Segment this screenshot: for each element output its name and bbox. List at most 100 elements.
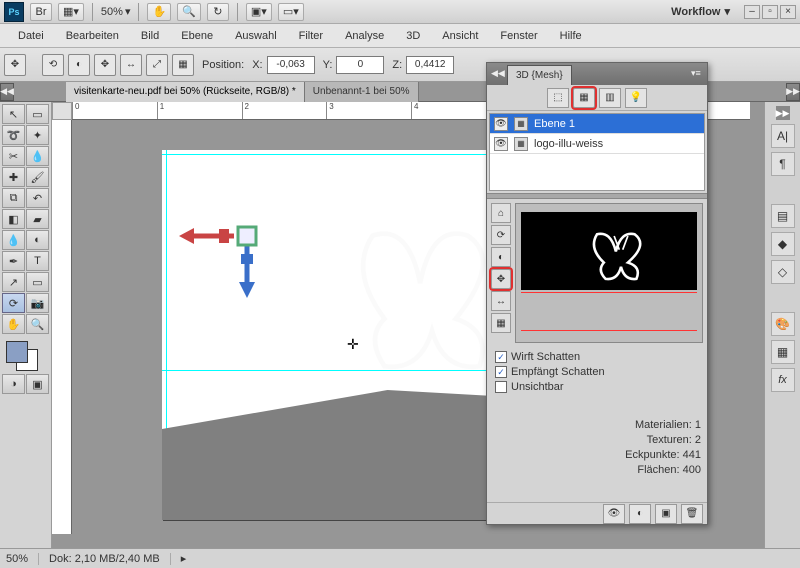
dock-paths-icon[interactable]: ◇ (771, 260, 795, 284)
orbit-icon[interactable]: ⟳ (491, 225, 511, 245)
cast-shadow-checkbox[interactable]: ✓Wirft Schatten (495, 351, 699, 363)
tab-scroll-right[interactable]: ▶▶ (786, 83, 800, 101)
zoom-tool[interactable]: 🔍 (26, 314, 49, 334)
lights-filter-icon[interactable]: 💡 (625, 88, 647, 108)
visibility-toggle[interactable]: 👁 (494, 137, 508, 151)
status-docsize[interactable]: Dok: 2,10 MB/2,40 MB (49, 553, 171, 565)
panel-collapse-icon[interactable]: ◀◀ (491, 68, 503, 80)
ruler-vertical[interactable] (52, 120, 72, 534)
quickmask-tool[interactable]: ◑ (2, 374, 25, 394)
3d-slide-icon[interactable]: ↔ (120, 54, 142, 76)
arrange-button[interactable]: ▣▾ (246, 3, 272, 21)
menu-ansicht[interactable]: Ansicht (432, 26, 488, 46)
receive-shadow-checkbox[interactable]: ✓Empfängt Schatten (495, 366, 699, 378)
status-zoom[interactable]: 50% (6, 553, 39, 565)
3d-rotate-tool[interactable]: ⟳ (2, 293, 25, 313)
dock-expand[interactable]: ▶▶ (776, 106, 790, 120)
menu-bild[interactable]: Bild (131, 26, 169, 46)
lasso-tool[interactable]: ➰ (2, 125, 25, 145)
3d-scale-icon[interactable]: ⤢ (146, 54, 168, 76)
z-input[interactable] (406, 56, 454, 74)
chevron-down-icon[interactable]: ▾ (724, 5, 730, 18)
invisible-checkbox[interactable]: Unsichtbar (495, 381, 699, 393)
blur-tool[interactable]: 💧 (2, 230, 25, 250)
materials-filter-icon[interactable]: ▥ (599, 88, 621, 108)
color-swatches[interactable] (2, 339, 50, 369)
fg-color-swatch[interactable] (6, 341, 28, 363)
mesh-filter-icon[interactable]: ▦ (573, 88, 595, 108)
trash-icon[interactable]: 🗑 (681, 504, 703, 524)
3d-rotate-icon[interactable]: ⟲ (42, 54, 64, 76)
rotate-view-button[interactable]: ↻ (207, 3, 229, 21)
3d-pan-icon[interactable]: ✥ (94, 54, 116, 76)
crop-tool[interactable]: ✂ (2, 146, 25, 166)
mesh-row[interactable]: 👁 ▦ Ebene 1 (490, 114, 704, 134)
tab-scroll-left[interactable]: ◀◀ (0, 83, 14, 101)
menu-3d[interactable]: 3D (396, 26, 430, 46)
mesh-preview[interactable] (515, 203, 703, 343)
dock-channels-icon[interactable]: ◆ (771, 232, 795, 256)
screenmode-tool[interactable]: ▣ (26, 374, 49, 394)
render-settings-icon[interactable]: 👁 (603, 504, 625, 524)
scene-filter-icon[interactable]: ⬚ (547, 88, 569, 108)
roll-icon[interactable]: ◐ (491, 247, 511, 267)
new-icon[interactable]: ▣ (655, 504, 677, 524)
dock-styles-icon[interactable]: fx (771, 368, 795, 392)
heal-tool[interactable]: ✚ (2, 167, 25, 187)
panel-3d[interactable]: ◀◀ 3D {Mesh} ▾≡ ⬚ ▦ ▥ 💡 👁 ▦ Ebene 1 👁 ▦ … (486, 62, 708, 525)
bridge-button[interactable]: Br (30, 3, 52, 21)
y-input[interactable] (336, 56, 384, 74)
pan-icon[interactable]: ✥ (491, 269, 511, 289)
marquee-tool[interactable]: ▭ (26, 104, 49, 124)
document-tab-active[interactable]: visitenkarte-neu.pdf bei 50% (Rückseite,… (66, 82, 305, 102)
close-button[interactable]: × (780, 5, 796, 19)
maximize-button[interactable]: ▫ (762, 5, 778, 19)
menu-datei[interactable]: Datei (8, 26, 54, 46)
move-tool[interactable]: ↖ (2, 104, 25, 124)
history-tool[interactable]: ↶ (26, 188, 49, 208)
hand-tool[interactable]: ✋ (2, 314, 25, 334)
path-tool[interactable]: ↗ (2, 272, 25, 292)
3d-position-icon[interactable]: ▦ (172, 54, 194, 76)
wand-tool[interactable]: ✦ (26, 125, 49, 145)
pen-tool[interactable]: ✒ (2, 251, 25, 271)
type-tool[interactable]: T (26, 251, 49, 271)
dock-layers-icon[interactable]: ▤ (771, 204, 795, 228)
light-toggle-icon[interactable]: ◐ (629, 504, 651, 524)
chevron-down-icon[interactable]: ▾ (125, 5, 131, 18)
panel-tab-3d[interactable]: 3D {Mesh} (507, 65, 572, 85)
dock-color-icon[interactable]: 🎨 (771, 312, 795, 336)
menu-ebene[interactable]: Ebene (171, 26, 223, 46)
zoom-level[interactable]: 50% (101, 6, 123, 18)
visibility-toggle[interactable]: 👁 (494, 117, 508, 131)
x-input[interactable] (267, 56, 315, 74)
gradient-tool[interactable]: ▰ (26, 209, 49, 229)
dock-character-icon[interactable]: A| (771, 124, 795, 148)
ruler-origin[interactable] (52, 102, 72, 120)
workspace-label[interactable]: Workflow (671, 6, 720, 18)
eyedropper-tool[interactable]: 💧 (26, 146, 49, 166)
menu-analyse[interactable]: Analyse (335, 26, 394, 46)
menu-hilfe[interactable]: Hilfe (550, 26, 592, 46)
panel-menu-icon[interactable]: ▾≡ (691, 68, 703, 80)
minimize-button[interactable]: – (744, 5, 760, 19)
dodge-tool[interactable]: ◐ (26, 230, 49, 250)
dock-swatches-icon[interactable]: ▦ (771, 340, 795, 364)
menu-auswahl[interactable]: Auswahl (225, 26, 287, 46)
menu-filter[interactable]: Filter (289, 26, 333, 46)
tool-preset-icon[interactable]: ✥ (4, 54, 26, 76)
menu-bearbeiten[interactable]: Bearbeiten (56, 26, 129, 46)
3d-camera-tool[interactable]: 📷 (26, 293, 49, 313)
3d-roll-icon[interactable]: ◐ (68, 54, 90, 76)
stamp-tool[interactable]: ⧉ (2, 188, 25, 208)
status-arrow-icon[interactable]: ▸ (181, 552, 187, 565)
menu-fenster[interactable]: Fenster (490, 26, 547, 46)
slide-icon[interactable]: ↔ (491, 291, 511, 311)
home-view-icon[interactable]: ⌂ (491, 203, 511, 223)
screen-button[interactable]: ▭▾ (278, 3, 304, 21)
shape-tool[interactable]: ▭ (26, 272, 49, 292)
dock-paragraph-icon[interactable]: ¶ (771, 152, 795, 176)
mesh-row[interactable]: 👁 ▦ logo-illu-weiss (490, 134, 704, 154)
screen-mode-button[interactable]: ▦▾ (58, 3, 84, 21)
eraser-tool[interactable]: ◧ (2, 209, 25, 229)
